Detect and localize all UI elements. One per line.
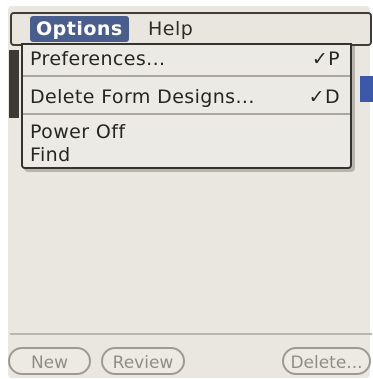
menu-item-delete-form-designs[interactable]: Delete Form Designs... ✓D <box>30 86 340 112</box>
selected-row-marker <box>360 76 373 102</box>
menu-item-label: Delete Form Designs... <box>30 86 255 108</box>
menu-item-label: Find <box>30 144 71 166</box>
menu-item-label: Power Off <box>30 121 126 143</box>
menu-separator <box>23 113 350 115</box>
menu-item-preferences[interactable]: Preferences... ✓P <box>30 48 340 74</box>
review-button[interactable]: Review <box>101 347 185 375</box>
menu-item-label: Preferences... <box>30 48 166 70</box>
menu-separator <box>23 75 350 77</box>
menu-options[interactable]: Options <box>30 16 129 42</box>
list-scroll-marker <box>9 50 19 118</box>
menu-item-power-off[interactable]: Power Off <box>30 121 340 145</box>
menu-item-find[interactable]: Find <box>30 144 340 168</box>
options-dropdown: Preferences... ✓P Delete Form Designs...… <box>21 43 352 169</box>
delete-button[interactable]: Delete... <box>282 347 371 375</box>
new-button[interactable]: New <box>8 347 91 375</box>
menu-help[interactable]: Help <box>142 16 199 42</box>
menu-bar: Options Help <box>10 12 372 46</box>
menu-item-shortcut: ✓P <box>311 48 340 70</box>
bottom-divider <box>10 333 372 335</box>
menu-item-shortcut: ✓D <box>308 86 340 108</box>
